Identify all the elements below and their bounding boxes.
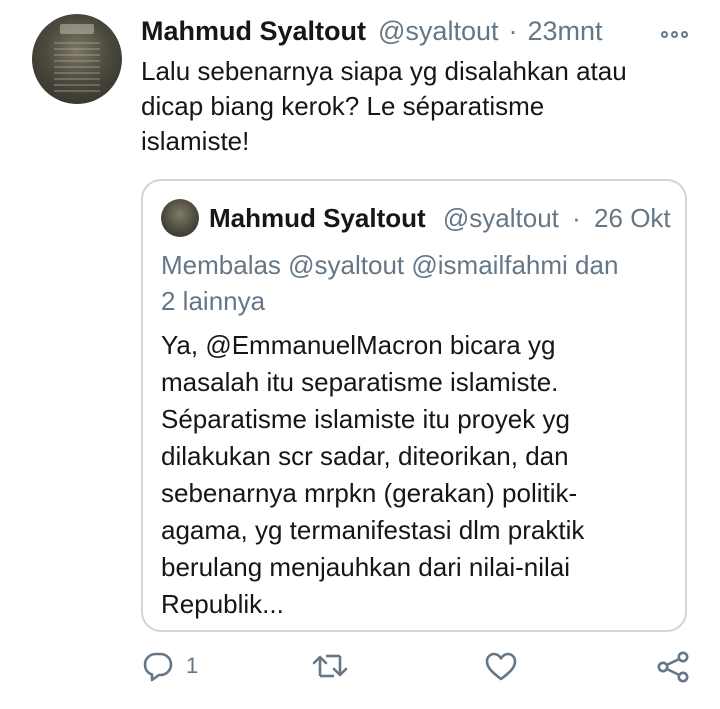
quoted-text-line: dilakukan scr sadar, diteorikan, dan <box>161 441 569 471</box>
tweet-time[interactable]: 23mnt <box>527 16 602 47</box>
author-name[interactable]: Mahmud Syaltout <box>141 16 366 47</box>
quoted-text-line: agama, yg termanifestasi dlm praktik <box>161 515 585 545</box>
quoted-separator-dot: · <box>572 203 581 233</box>
tweet-text: Lalu sebenarnya siapa yg disalahkan atau… <box>141 54 701 159</box>
replying-to-line: 2 lainnya <box>161 286 266 316</box>
replying-to-line: Membalas @syaltout @ismailfahmi dan <box>161 250 619 280</box>
quoted-author-handle: @syaltout <box>442 203 559 233</box>
like-button[interactable] <box>484 650 518 682</box>
tweet-actions-bar: 1 <box>0 640 720 700</box>
retweet-button[interactable] <box>312 650 348 682</box>
reply-icon <box>143 652 173 682</box>
quoted-text-line: Séparatisme islamiste itu proyek yg <box>161 404 570 434</box>
quoted-author-avatar <box>161 199 199 237</box>
author-avatar[interactable] <box>32 14 122 104</box>
quoted-author-name: Mahmud Syaltout <box>209 203 426 233</box>
share-button[interactable] <box>656 650 690 684</box>
replying-to-text: Membalas @syaltout @ismailfahmi dan 2 la… <box>161 247 681 319</box>
separator-dot: · <box>508 15 518 46</box>
tweet-header: Mahmud Syaltout @syaltout · 23mnt <box>141 14 720 48</box>
share-icon <box>657 651 689 683</box>
quoted-text-line: berulang menjauhkan dari nilai-nilai <box>161 552 571 582</box>
quoted-text-line: masalah itu separatisme islamiste. <box>161 367 559 397</box>
quoted-tweet-time: 26 Okt <box>594 203 671 233</box>
tweet-text-line: Lalu sebenarnya siapa yg disalahkan atau <box>141 56 627 86</box>
quoted-text-line: Ya, @EmmanuelMacron bicara yg <box>161 330 556 360</box>
tweet-text-line: islamiste! <box>141 126 250 156</box>
author-handle[interactable]: @syaltout <box>378 16 498 47</box>
more-options-icon[interactable] <box>661 31 688 38</box>
reply-count: 1 <box>186 653 199 678</box>
quoted-text-line: Republik... <box>161 589 284 619</box>
quoted-tweet-header: Mahmud Syaltout @syaltout · 26 Okt <box>209 201 671 235</box>
retweet-icon <box>312 654 348 678</box>
quoted-text-line: sebenarnya mrpkn (gerakan) politik- <box>161 478 578 508</box>
like-icon <box>485 652 517 681</box>
quoted-tweet-text: Ya, @EmmanuelMacron bicara yg masalah it… <box>161 327 681 623</box>
quoted-tweet-card[interactable]: Mahmud Syaltout @syaltout · 26 Okt Memba… <box>141 179 687 632</box>
reply-button[interactable]: 1 <box>142 650 198 682</box>
tweet-text-line: dicap biang kerok? Le séparatisme <box>141 91 545 121</box>
